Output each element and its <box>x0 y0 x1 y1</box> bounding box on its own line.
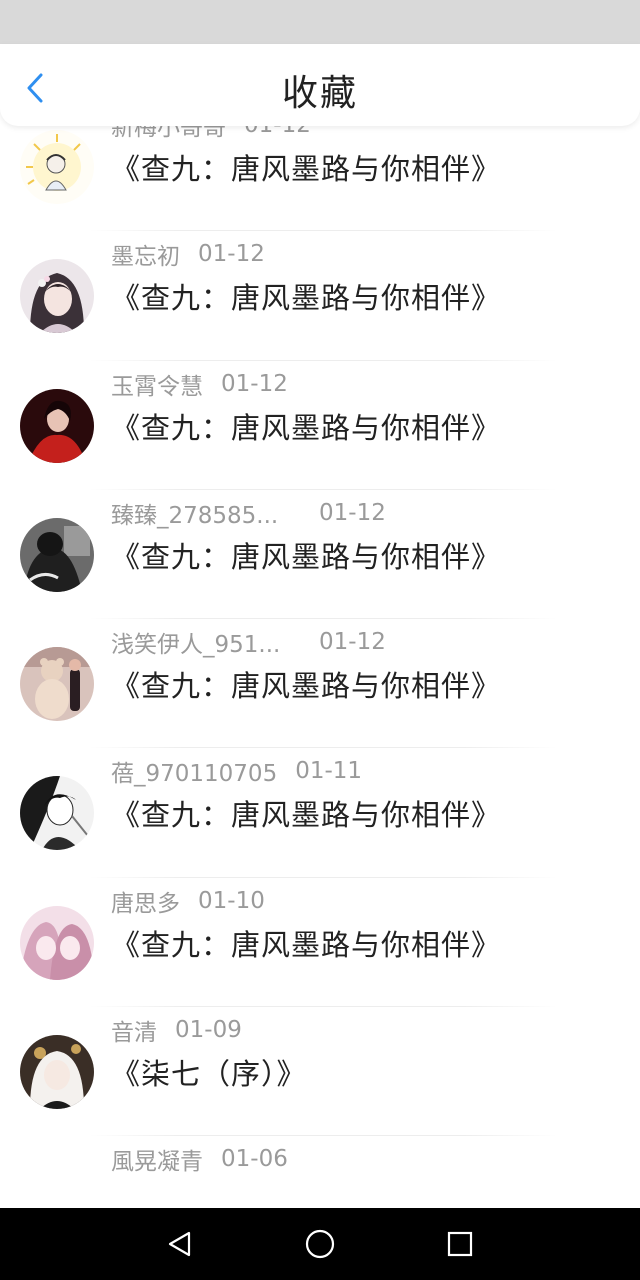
top-bar: 收藏 <box>0 44 640 126</box>
work-title[interactable]: 《查九：唐风墨路与你相伴》 <box>111 792 501 834</box>
username[interactable]: 浅笑伊人_951... <box>111 625 301 659</box>
date: 01-11 <box>295 758 363 785</box>
list-item[interactable]: 玉霄令慧 01-12 《查九：唐风墨路与你相伴》 <box>0 361 640 490</box>
work-title[interactable]: 《查九：唐风墨路与你相伴》 <box>111 405 501 447</box>
triangle-back-icon <box>168 1231 191 1257</box>
avatar[interactable] <box>20 1035 94 1110</box>
item-meta: 唐思多 01-10 <box>111 882 265 920</box>
avatar[interactable] <box>20 130 94 204</box>
status-bar <box>0 0 640 44</box>
square-recents-icon <box>447 1231 473 1257</box>
work-title[interactable]: 《查九：唐风墨路与你相伴》 <box>111 146 501 188</box>
work-title[interactable]: 《柒七（序）》 <box>111 1051 307 1093</box>
avatar[interactable] <box>20 776 94 851</box>
list-item[interactable]: 新梅小哥哥 01-12 《查九：唐风墨路与你相伴》 <box>0 126 640 232</box>
item-meta: 音清 01-09 <box>111 1011 242 1049</box>
username[interactable]: 音清 <box>111 1013 157 1047</box>
date: 01-12 <box>319 629 386 656</box>
avatar[interactable] <box>20 388 94 463</box>
work-title[interactable]: 《查九：唐风墨路与你相伴》 <box>111 922 501 964</box>
username[interactable]: 玉霄令慧 <box>111 367 203 401</box>
list-item[interactable]: 風晃凝青 01-06 <box>0 1136 640 1208</box>
item-meta: 風晃凝青 01-06 <box>111 1140 288 1178</box>
date: 01-12 <box>198 241 265 268</box>
work-title[interactable]: 《查九：唐风墨路与你相伴》 <box>111 663 501 705</box>
list-item[interactable]: 音清 01-09 《柒七（序）》 <box>0 1007 640 1137</box>
username[interactable]: 風晃凝青 <box>111 1142 203 1176</box>
favorites-list[interactable]: 新梅小哥哥 01-12 《查九：唐风墨路与你相伴》 墨忘初 01-12 《查九：… <box>0 126 640 1208</box>
username[interactable]: 墨忘初 <box>111 237 180 271</box>
nav-back-button[interactable] <box>158 1222 202 1266</box>
circle-home-icon <box>305 1229 335 1259</box>
avatar[interactable] <box>20 905 94 980</box>
date: 01-09 <box>175 1017 242 1044</box>
username[interactable]: 蓓_970110705 <box>111 754 277 788</box>
date: 01-10 <box>198 887 265 914</box>
list-item[interactable]: 浅笑伊人_951... 01-12 《查九：唐风墨路与你相伴》 <box>0 619 640 749</box>
list-item[interactable]: 唐思多 01-10 《查九：唐风墨路与你相伴》 <box>0 878 640 1008</box>
list-item[interactable]: 蓓_970110705 01-11 《查九：唐风墨路与你相伴》 <box>0 748 640 878</box>
work-title[interactable]: 《查九：唐风墨路与你相伴》 <box>111 534 501 576</box>
username[interactable]: 臻臻_278585... <box>111 496 301 530</box>
avatar[interactable] <box>20 647 94 722</box>
item-meta: 玉霄令慧 01-12 <box>111 365 288 403</box>
item-meta: 浅笑伊人_951... 01-12 <box>111 623 386 661</box>
list-item[interactable]: 臻臻_278585... 01-12 《查九：唐风墨路与你相伴》 <box>0 490 640 620</box>
item-meta: 臻臻_278585... 01-12 <box>111 494 386 532</box>
page-title: 收藏 <box>281 73 358 114</box>
avatar[interactable] <box>20 259 94 334</box>
date: 01-12 <box>221 370 288 397</box>
avatar[interactable] <box>20 517 94 592</box>
date: 01-12 <box>319 499 386 526</box>
username[interactable]: 唐思多 <box>111 884 180 918</box>
item-meta: 墨忘初 01-12 <box>111 235 265 273</box>
date: 01-06 <box>221 1146 288 1173</box>
work-title[interactable]: 《查九：唐风墨路与你相伴》 <box>111 275 501 317</box>
system-nav-bar <box>0 1208 640 1280</box>
item-meta: 蓓_970110705 01-11 <box>111 752 362 790</box>
nav-home-button[interactable] <box>298 1222 342 1266</box>
list-item[interactable]: 墨忘初 01-12 《查九：唐风墨路与你相伴》 <box>0 231 640 361</box>
nav-recents-button[interactable] <box>438 1222 482 1266</box>
